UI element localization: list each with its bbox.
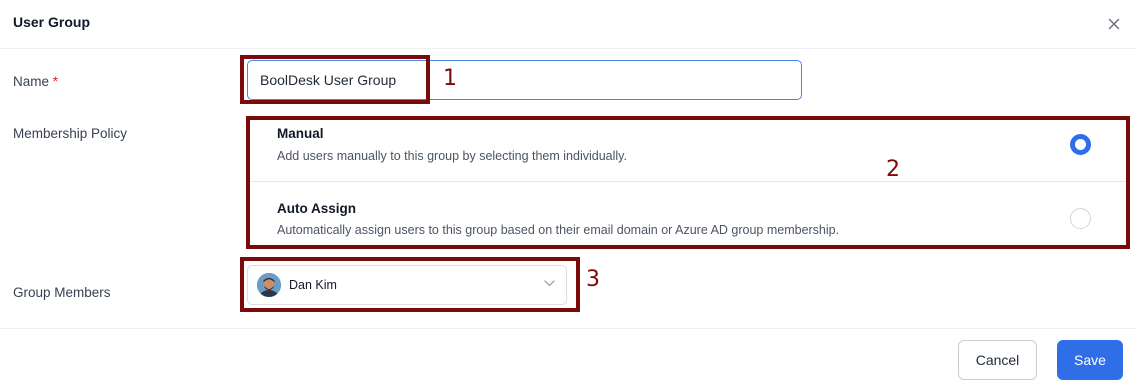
footer-divider: [0, 328, 1137, 329]
group-members-label: Group Members: [13, 285, 111, 300]
annotation-number-2: 2: [886, 157, 900, 182]
required-marker: *: [52, 74, 59, 89]
selected-member-name: Dan Kim: [289, 278, 337, 292]
dialog-title: User Group: [13, 14, 91, 30]
name-label: Name *: [13, 74, 58, 89]
header-divider: [0, 48, 1137, 49]
avatar: [257, 273, 281, 297]
policy-option-auto-assign-title: Auto Assign: [277, 201, 356, 216]
membership-policy-label: Membership Policy: [13, 126, 128, 141]
policy-option-auto-assign-description: Automatically assign users to this group…: [277, 223, 840, 237]
close-button[interactable]: [1104, 14, 1124, 34]
policy-option-manual-description: Add users manually to this group by sele…: [277, 149, 627, 163]
name-input[interactable]: [247, 60, 802, 100]
policy-option-manual-radio[interactable]: [1070, 134, 1091, 155]
cancel-button[interactable]: Cancel: [958, 340, 1037, 380]
chevron-down-icon: [544, 280, 555, 287]
annotation-number-3: 3: [586, 267, 600, 292]
save-button[interactable]: Save: [1057, 340, 1123, 380]
policy-divider: [250, 181, 1126, 182]
policy-option-auto-assign-radio[interactable]: [1070, 208, 1091, 229]
policy-option-manual-title: Manual: [277, 126, 324, 141]
annotation-number-1: 1: [443, 66, 457, 91]
name-label-text: Name: [13, 74, 50, 89]
group-members-select[interactable]: Dan Kim: [247, 265, 567, 305]
close-icon: [1108, 18, 1120, 30]
